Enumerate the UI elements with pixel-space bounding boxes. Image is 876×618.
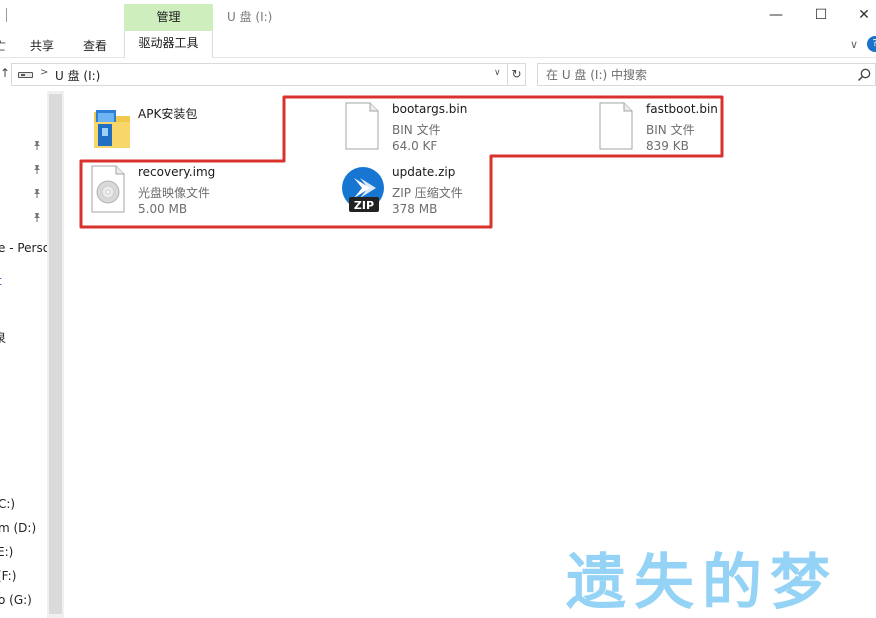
nav-item-drive-e[interactable]: E:) [0, 545, 13, 559]
ribbon-tab-bar: 亡 共享 查看 驱动器工具 ∨ ? [0, 31, 876, 58]
list-item[interactable]: APK安装包 [90, 104, 290, 160]
nav-item-drive-d[interactable]: m (D:) [0, 521, 36, 535]
address-row: ↑ > U 盘 (I:) ∨ ↻ [0, 58, 876, 91]
window-title: U 盘 (I:) [227, 10, 273, 24]
close-button[interactable]: ✕ [846, 3, 876, 27]
title-bar-divider [6, 8, 7, 22]
watermark-text: 遗失的梦 [566, 548, 838, 618]
nav-item-drive-c[interactable]: C:) [0, 497, 15, 511]
file-size: 378 MB [392, 202, 438, 216]
tab-view[interactable]: 查看 [83, 37, 107, 54]
list-item[interactable]: bootargs.bin BIN 文件 64.0 KF [344, 101, 544, 157]
address-dropdown-icon[interactable]: ∨ [494, 68, 501, 78]
ribbon-expand-icon[interactable]: ∨ [850, 38, 858, 51]
pin-icon[interactable] [32, 164, 42, 174]
tab-share[interactable]: 共享 [30, 37, 54, 54]
usb-drive-icon [18, 72, 33, 78]
maximize-button[interactable]: ☐ [803, 3, 839, 27]
file-name: APK安装包 [138, 107, 198, 121]
zip-archive-icon: ZIP [342, 167, 384, 212]
navigation-scrollbar[interactable] [47, 91, 64, 618]
help-icon[interactable]: ? [867, 36, 876, 52]
search-input[interactable] [538, 64, 848, 85]
navigation-pane: e - Perso t 泉 C:) m (D:) E:) (F:) o (G:) [0, 91, 47, 618]
file-icon [345, 102, 379, 150]
file-name: recovery.img [138, 165, 216, 179]
pin-icon[interactable] [32, 188, 42, 198]
list-item[interactable]: ZIP update.zip ZIP 压缩文件 378 MB [340, 164, 540, 220]
folder-icon [94, 110, 130, 148]
file-icon [599, 102, 633, 150]
breadcrumb-separator-icon[interactable]: > [40, 67, 48, 78]
scrollbar-thumb[interactable] [49, 94, 62, 614]
address-bar[interactable]: > U 盘 (I:) ∨ [11, 63, 508, 86]
file-type: ZIP 压缩文件 [392, 186, 463, 200]
tab-file-partial[interactable]: 亡 [0, 37, 6, 54]
svg-text:ZIP: ZIP [354, 199, 374, 212]
nav-item-this-pc[interactable]: t [0, 274, 2, 288]
title-bar: 管理 U 盘 (I:) — ☐ ✕ [0, 0, 876, 31]
file-type: BIN 文件 [392, 123, 441, 137]
pin-icon[interactable] [32, 140, 42, 150]
file-name: bootargs.bin [392, 102, 468, 116]
minimize-button[interactable]: — [758, 3, 794, 27]
pin-icon[interactable] [32, 212, 42, 222]
file-name: update.zip [392, 165, 456, 179]
nav-item-onedrive[interactable]: e - Perso [0, 241, 47, 255]
file-size: 5.00 MB [138, 202, 188, 216]
nav-item-drive-f[interactable]: (F:) [0, 569, 16, 583]
breadcrumb-path[interactable]: U 盘 (I:) [55, 67, 100, 84]
refresh-button[interactable]: ↻ [508, 63, 526, 86]
tab-drive-tools[interactable]: 驱动器工具 [124, 31, 213, 58]
nav-item-drive-g[interactable]: o (G:) [0, 593, 32, 607]
list-item[interactable]: fastboot.bin BIN 文件 839 KB [598, 101, 798, 157]
up-arrow-icon[interactable]: ↑ [0, 66, 10, 80]
search-box[interactable] [537, 63, 876, 86]
nav-item-library[interactable]: 泉 [0, 329, 6, 346]
list-item[interactable]: recovery.img 光盘映像文件 5.00 MB [90, 164, 290, 220]
file-size: 64.0 KF [392, 139, 438, 153]
file-name: fastboot.bin [646, 102, 718, 116]
file-type: BIN 文件 [646, 123, 695, 137]
file-size: 839 KB [646, 139, 689, 153]
file-type: 光盘映像文件 [138, 186, 211, 200]
tab-manage-context[interactable]: 管理 [124, 4, 213, 31]
search-icon[interactable] [856, 67, 872, 83]
disc-image-icon [91, 165, 125, 213]
